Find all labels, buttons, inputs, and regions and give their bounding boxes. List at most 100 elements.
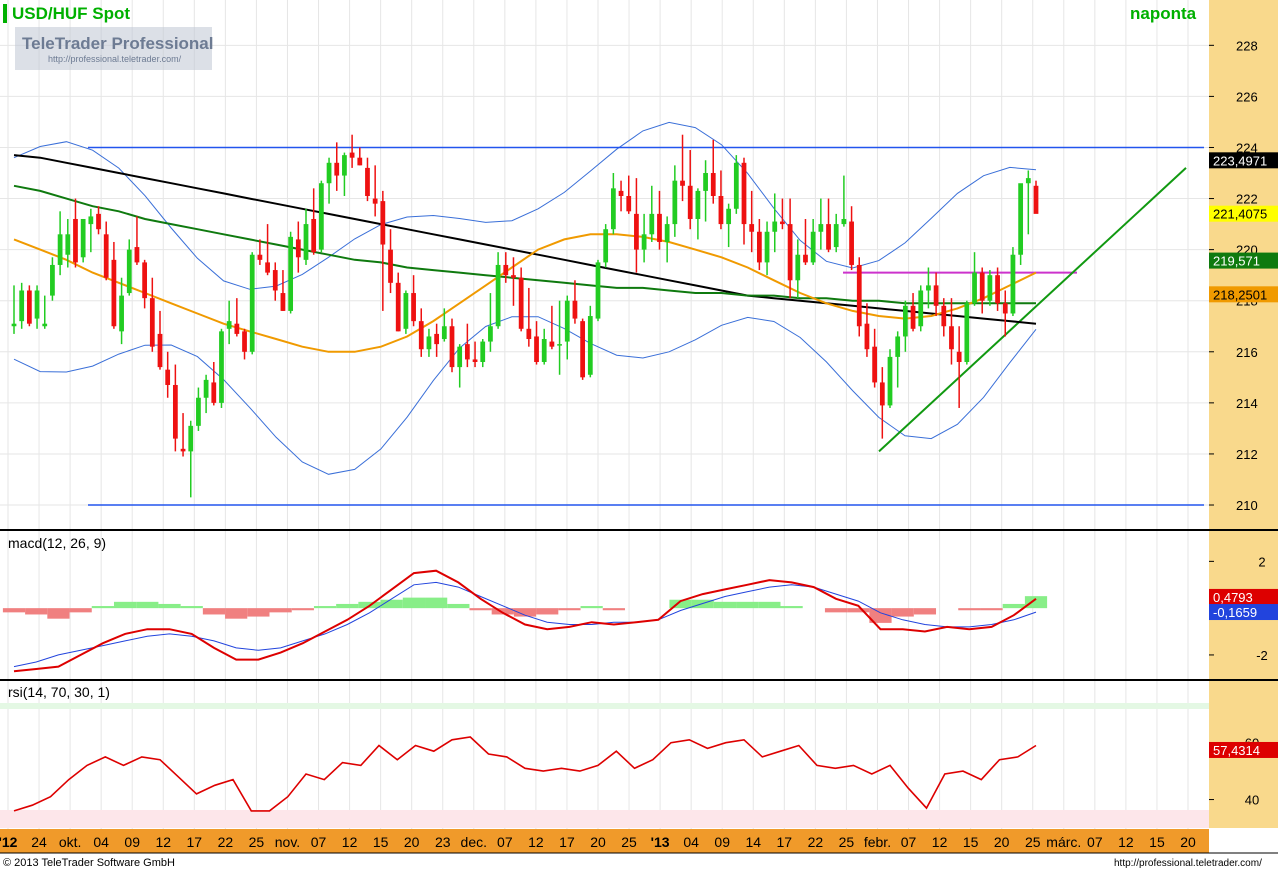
candle-body: [964, 303, 970, 362]
macd-histogram-bar: [1002, 603, 1025, 609]
rsi-value-label: 57,4314: [1213, 743, 1260, 758]
candle-body: [111, 259, 117, 327]
date-label: okt.: [59, 834, 82, 850]
macd-histogram-bar: [558, 608, 581, 611]
candle-body: [603, 229, 609, 263]
price-value-label: 223,4971: [1213, 153, 1267, 168]
candle-body: [772, 221, 778, 232]
candle-body: [11, 323, 17, 327]
candle-body: [549, 341, 555, 347]
date-label: '12: [0, 834, 18, 850]
macd-histogram-bar: [402, 597, 426, 609]
candle-body: [895, 336, 901, 357]
candle-body: [219, 331, 224, 403]
candle-body: [288, 236, 294, 311]
candle-body: [488, 326, 493, 342]
candle-body: [756, 231, 762, 263]
macd-histogram-bar: [2, 608, 26, 613]
macd-histogram-bar: [425, 597, 448, 609]
date-label: 20: [1180, 834, 1196, 850]
macd-value-label: 0,4793: [1213, 590, 1253, 605]
candle-body: [541, 339, 547, 362]
candle-body: [926, 285, 931, 291]
date-label: márc.: [1046, 834, 1081, 850]
candle-body: [349, 152, 355, 158]
candle-body: [211, 382, 217, 403]
candle-body: [119, 295, 124, 332]
macd-histogram-bar: [736, 601, 759, 609]
candle-body: [42, 323, 48, 327]
date-label: 12: [342, 834, 358, 850]
candle-body: [303, 224, 309, 260]
macd-title: macd(12, 26, 9): [8, 535, 106, 551]
candle-body: [88, 216, 94, 225]
date-label: 14: [745, 834, 761, 850]
candle-body: [395, 282, 401, 332]
price-tick-label: 222: [1236, 192, 1258, 207]
candle-body: [787, 224, 793, 281]
candle-body: [372, 198, 378, 204]
macd-histogram-bar: [113, 601, 137, 609]
candle-body: [403, 293, 409, 329]
candle-body: [203, 379, 209, 398]
candle-body: [311, 218, 317, 253]
candle-body: [572, 300, 578, 319]
price-value-label: 218,2501: [1213, 287, 1267, 302]
date-label: nov.: [275, 834, 300, 850]
date-label: 20: [590, 834, 606, 850]
candle-body: [564, 300, 570, 342]
chart-canvas: TeleTrader Professional http://professio…: [0, 0, 1278, 869]
macd-histogram-bar: [447, 603, 470, 609]
candle-body: [165, 369, 171, 385]
candle-body: [626, 196, 632, 212]
candle-body: [849, 221, 854, 265]
candle-body: [641, 234, 647, 250]
candle-body: [234, 323, 240, 334]
macd-histogram-bar: [980, 608, 1003, 611]
candle-body: [826, 224, 831, 250]
macd-histogram-bar: [913, 608, 937, 615]
chart-title: USD/HUF Spot: [12, 4, 130, 23]
candle-body: [334, 162, 340, 176]
date-label: 23: [435, 834, 451, 850]
candle-body: [979, 272, 985, 301]
date-label: 17: [187, 834, 203, 850]
watermark: TeleTrader Professional http://professio…: [15, 27, 213, 70]
candle-body: [426, 336, 432, 350]
candle-body: [342, 155, 347, 176]
candle-body: [864, 323, 870, 350]
macd-histogram-bar: [469, 608, 492, 611]
candle-body: [1010, 254, 1016, 314]
candle-body: [449, 326, 455, 368]
date-label: 09: [124, 834, 140, 850]
candle-body: [80, 218, 86, 258]
date-label: 15: [373, 834, 389, 850]
candle-body: [265, 262, 270, 273]
candle-body: [57, 234, 63, 265]
macd-histogram-bar: [136, 601, 159, 609]
candle-body: [464, 344, 470, 360]
macd-histogram-bar: [291, 608, 314, 611]
candle-body: [226, 321, 232, 329]
macd-histogram-bar: [202, 608, 226, 615]
candle-body: [664, 224, 670, 242]
candle-body: [1033, 185, 1039, 214]
candle-body: [610, 188, 616, 230]
candle-body: [657, 213, 662, 242]
macd-value-label: -0,1659: [1213, 605, 1257, 620]
title-marker: [3, 4, 7, 23]
macd-histogram-bar: [25, 608, 48, 615]
price-tick-label: 210: [1236, 498, 1258, 513]
date-label: 09: [714, 834, 730, 850]
candle-body: [634, 213, 639, 250]
candle-body: [326, 162, 332, 184]
date-label: 25: [621, 834, 637, 850]
candle-body: [65, 234, 71, 255]
candle-body: [103, 234, 109, 278]
date-label: 04: [683, 834, 699, 850]
macd-histogram-bar: [824, 608, 848, 613]
candle-body: [380, 201, 386, 245]
footer-url: http://professional.teletrader.com/: [1114, 858, 1262, 869]
date-label: 20: [404, 834, 420, 850]
candle-body: [833, 224, 839, 248]
